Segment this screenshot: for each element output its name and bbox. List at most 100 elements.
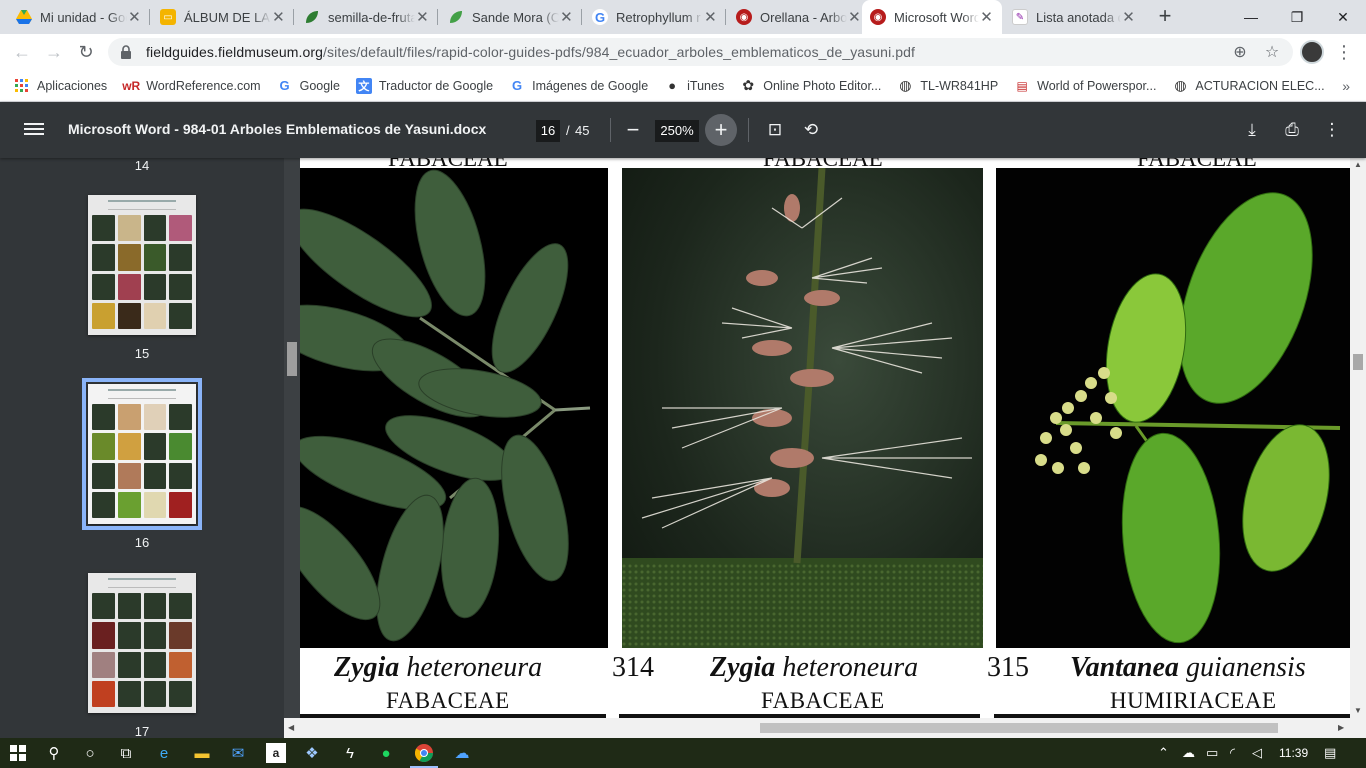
download-button[interactable]: ⤓ [1240,118,1264,142]
notifications-icon[interactable]: ▤ [1324,745,1336,761]
tab-sande-mora[interactable]: Sande Mora (C ✕ [440,0,582,34]
bookmark-star-icon[interactable]: ☆ [1260,38,1284,66]
cloud-icon[interactable]: ☁ [1182,745,1195,761]
file-explorer-icon[interactable]: ▬ [192,743,212,763]
zoom-in-button[interactable]: + [705,114,737,146]
fit-page-button[interactable]: ⊡ [763,118,787,142]
close-icon[interactable]: ✕ [271,8,286,26]
back-button[interactable]: ← [10,40,34,64]
scroll-left-icon[interactable]: ◀ [288,723,294,732]
pdf-more-button[interactable]: ⋮ [1320,118,1344,142]
google-icon: G [592,9,608,25]
tab-mi-unidad[interactable]: Mi unidad - Google Drive ✕ [8,0,150,34]
close-icon[interactable]: ✕ [415,8,430,26]
spotify-icon[interactable]: ● [376,743,396,763]
bookmark-google[interactable]: G Google [269,72,348,100]
scroll-up-icon[interactable]: ▲ [1354,160,1362,169]
rotate-button[interactable]: ⟲ [799,118,823,142]
thumbnail-number: 16 [134,535,150,550]
zoom-level-input[interactable]: 250% [655,120,699,142]
tab-album[interactable]: ▭ ÁLBUM DE LA ESPECIE ✕ [152,0,294,34]
page-thumbnail-selected[interactable] [82,378,202,530]
tab-orellana[interactable]: ◉ Orellana - Arbo ✕ [728,0,870,34]
mail-icon[interactable]: ✉ [228,743,248,763]
bookmark-wordreference[interactable]: wR WordReference.com [115,72,268,100]
page-thumbnail[interactable] [88,573,196,713]
onedrive-icon[interactable]: ☁ [452,743,472,763]
tab-semilla[interactable]: semilla-de-fruta ✕ [296,0,438,34]
volume-icon[interactable]: ◁ [1252,745,1262,761]
more-vertical-icon: ⋮ [1323,120,1341,139]
wifi-icon[interactable]: ◜ [1230,745,1235,761]
thumbnail-number: 15 [134,346,150,361]
windows-start-icon[interactable] [8,743,28,763]
bookmark-tl-wr841hp[interactable]: ◍ TL-WR841HP [889,72,1006,100]
search-icon[interactable]: ⚲ [44,743,64,763]
thumbnail-number: 17 [134,724,150,738]
sidebar-scrollbar[interactable] [284,158,300,738]
arrow-left-icon: ← [13,41,31,62]
bookmarks-bar: Aplicaciones wR WordReference.com G Goog… [0,70,1366,102]
new-tab-button[interactable]: + [1153,5,1177,29]
window-close-button[interactable]: ✕ [1320,0,1366,34]
species-photo-vantanea [996,168,1350,648]
lightning-app-icon[interactable]: ϟ [340,743,360,763]
horizontal-scroll-thumb[interactable] [760,723,1278,733]
bookmark-photo-editor[interactable]: ✿ Online Photo Editor... [732,72,889,100]
pdf-toolbar: Microsoft Word - 984-01 Arboles Emblemat… [0,102,1366,158]
chevron-up-icon[interactable]: ⌃ [1158,745,1169,761]
browser-menu-icon[interactable]: ⋮ [1334,40,1354,64]
forward-button[interactable]: → [42,40,66,64]
scroll-down-icon[interactable]: ▼ [1354,706,1362,715]
minus-icon: − [626,117,640,142]
page-number-input[interactable]: 16 [536,120,560,142]
bookmark-aplicaciones[interactable]: Aplicaciones [0,72,115,100]
reload-icon: ↻ [78,41,94,62]
google-slides-icon: ▭ [160,9,176,25]
zoom-lens-icon[interactable]: ⊕ [1228,38,1252,66]
vertical-scrollbar[interactable]: ▲ ▼ [1350,158,1366,718]
restore-button[interactable]: ❐ [1274,0,1320,34]
amazon-icon[interactable]: a [266,743,286,763]
edge-icon[interactable]: e [154,743,174,763]
cortana-icon[interactable]: ○ [80,743,100,763]
translate-icon: 文 [355,77,372,94]
tab-microsoft-word[interactable]: ◉ Microsoft Word ✕ [862,0,1002,34]
battery-icon[interactable]: ▭ [1206,745,1218,761]
bookmark-world-powersports[interactable]: ▤ World of Powerspor... [1006,72,1164,100]
zoom-out-button[interactable]: − [617,114,649,146]
close-icon[interactable]: ✕ [559,8,574,26]
plus-icon: + [714,117,728,142]
tab-lista-anotada[interactable]: ✎ Lista anotada d ✕ [1004,0,1144,34]
dropbox-icon[interactable]: ❖ [302,743,322,763]
close-icon[interactable]: ✕ [979,8,994,26]
hamburger-menu-icon[interactable] [24,120,44,140]
bookmark-acturacion[interactable]: ◍ ACTURACION ELEC... [1164,72,1332,100]
page-thumbnail[interactable] [88,195,196,335]
bookmark-itunes[interactable]: ● iTunes [656,72,732,100]
bookmark-imagenes[interactable]: G Imágenes de Google [501,72,656,100]
task-view-icon[interactable]: ⧉ [116,743,136,763]
address-bar[interactable]: fieldguides.fieldmuseum.org/sites/defaul… [108,38,1293,66]
close-icon[interactable]: ✕ [127,8,142,26]
profile-avatar[interactable] [1300,40,1324,64]
species-caption: Vantanea guianensis [1070,652,1306,683]
species-family: FABACEAE [761,688,885,713]
close-icon[interactable]: ✕ [1121,8,1136,26]
tab-retrophyllum[interactable]: G Retrophyllum r ✕ [584,0,726,34]
wordreference-icon: wR [122,78,141,93]
bookmark-traductor[interactable]: 文 Traductor de Google [348,72,501,100]
print-button[interactable]: ⎙ [1280,118,1304,142]
chevron-double-right-icon[interactable]: » [1342,78,1350,94]
reload-button[interactable]: ↻ [74,40,98,64]
horizontal-scrollbar[interactable]: ◀ ▶ [284,718,1366,738]
scroll-right-icon[interactable]: ▶ [1338,723,1344,732]
close-icon[interactable]: ✕ [703,8,718,26]
sidebar-scroll-thumb[interactable] [287,342,297,376]
taskbar-clock[interactable]: 11:39 [1279,746,1308,760]
vertical-scroll-thumb[interactable] [1353,354,1363,370]
close-icon[interactable]: ✕ [847,8,862,26]
minimize-button[interactable]: — [1228,0,1274,34]
chrome-icon[interactable] [414,743,434,763]
google-icon: G [279,78,290,93]
